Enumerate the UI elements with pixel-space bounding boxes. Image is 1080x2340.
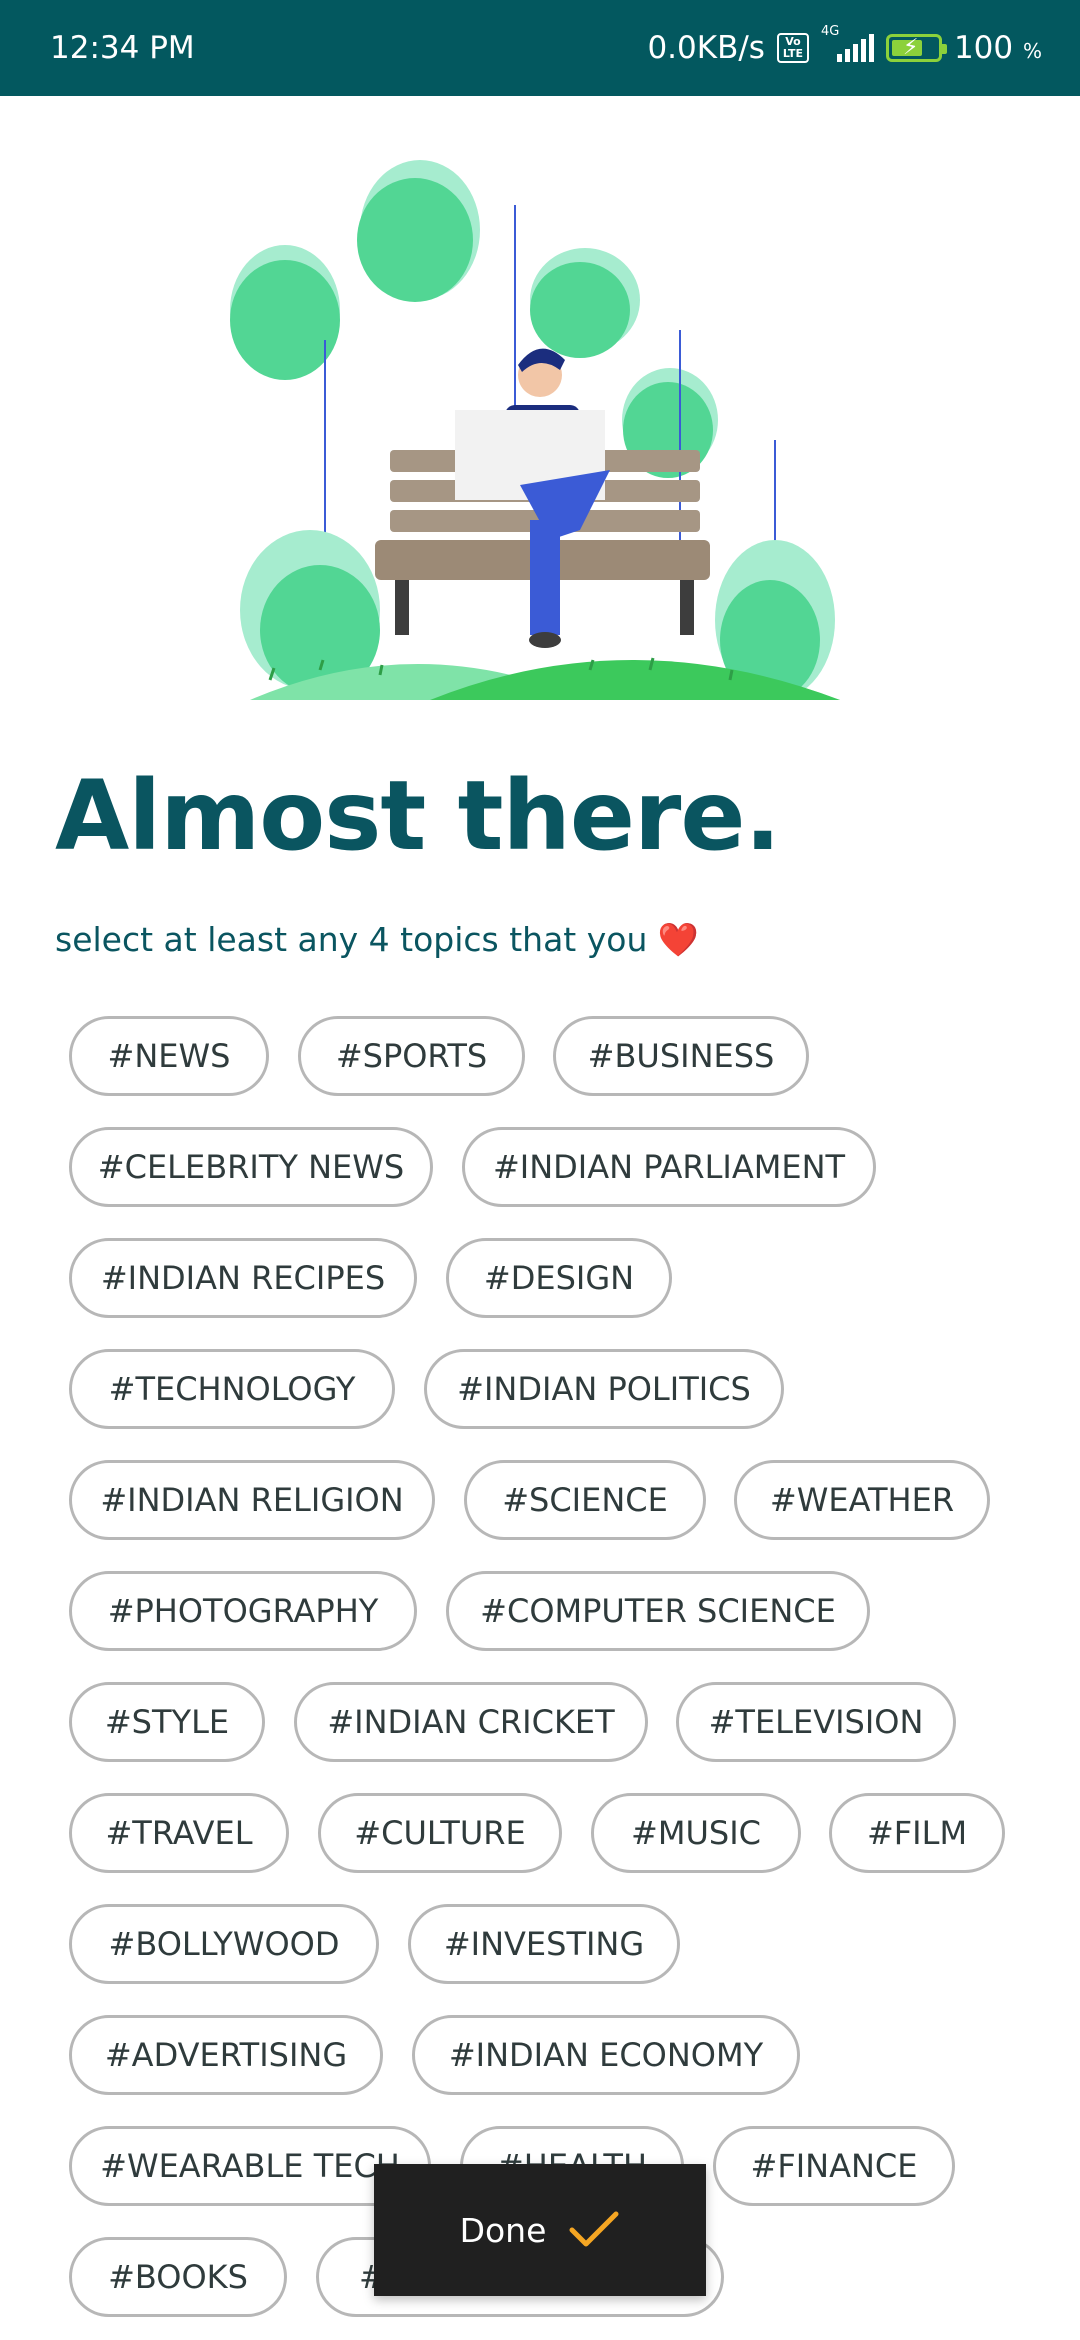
battery-percent: 100 % [953,30,1042,66]
topic-chip[interactable]: #TRAVEL [69,1793,289,1873]
topic-chip[interactable]: #INDIAN CRICKET [294,1682,648,1762]
network-speed: 0.0KB/s [647,30,765,66]
signal-icon: 4G [821,24,874,62]
topic-chip[interactable]: #DESIGN [446,1238,672,1318]
topic-chip[interactable]: #INDIAN ECONOMY [412,2015,800,2095]
topic-chip[interactable]: #SPORTS [298,1016,525,1096]
done-label: Done [459,2210,547,2250]
topic-chip[interactable]: #INDIAN POLITICS [424,1349,784,1429]
topic-chip[interactable]: #BUSINESS [553,1016,809,1096]
topic-chip[interactable]: #PHOTOGRAPHY [69,1571,417,1651]
topic-chip[interactable]: #BOLLYWOOD [69,1904,379,1984]
reading-on-bench-illustration [230,160,840,700]
done-button[interactable]: Done [374,2164,706,2296]
topic-chip[interactable]: #INDIAN PARLIAMENT [462,1127,876,1207]
topic-chip[interactable]: #TELEVISION [676,1682,956,1762]
topic-chip[interactable]: #TECHNOLOGY [69,1349,395,1429]
topic-chip[interactable]: #ADVERTISING [69,2015,383,2095]
clock: 12:34 PM [50,30,195,66]
topic-chip[interactable]: #INDIAN RECIPES [69,1238,417,1318]
volte-icon: Vo LTE [776,33,809,63]
topic-chip[interactable]: #FILM [829,1793,1005,1873]
page-title: Almost there. [55,760,781,872]
topic-chip[interactable]: #CELEBRITY NEWS [69,1127,433,1207]
heart-icon: ❤️ [657,920,699,959]
topic-chip[interactable]: #INDIAN RELIGION [69,1460,435,1540]
checkmark-icon [569,2211,619,2247]
topic-chip[interactable]: #CULTURE [318,1793,562,1873]
topic-chip[interactable]: #INVESTING [408,1904,680,1984]
topic-chip[interactable]: #BOOKS [69,2237,287,2317]
topic-chip[interactable]: #MUSIC [591,1793,801,1873]
topic-chip[interactable]: #FINANCE [713,2126,955,2206]
page-subtitle: select at least any 4 topics that you ❤️ [55,920,699,959]
topic-chip[interactable]: #SCIENCE [464,1460,706,1540]
topic-chip[interactable]: #STYLE [69,1682,265,1762]
status-icons: 0.0KB/s Vo LTE 4G ⚡ 100 % [647,24,1042,66]
status-bar: 12:34 PM 0.0KB/s Vo LTE 4G ⚡ 100 % [0,0,1080,96]
topic-chip[interactable]: #NEWS [69,1016,269,1096]
battery-icon: ⚡ [885,34,947,62]
topic-chip[interactable]: #COMPUTER SCIENCE [446,1571,870,1651]
topic-chip[interactable]: #WEATHER [734,1460,990,1540]
